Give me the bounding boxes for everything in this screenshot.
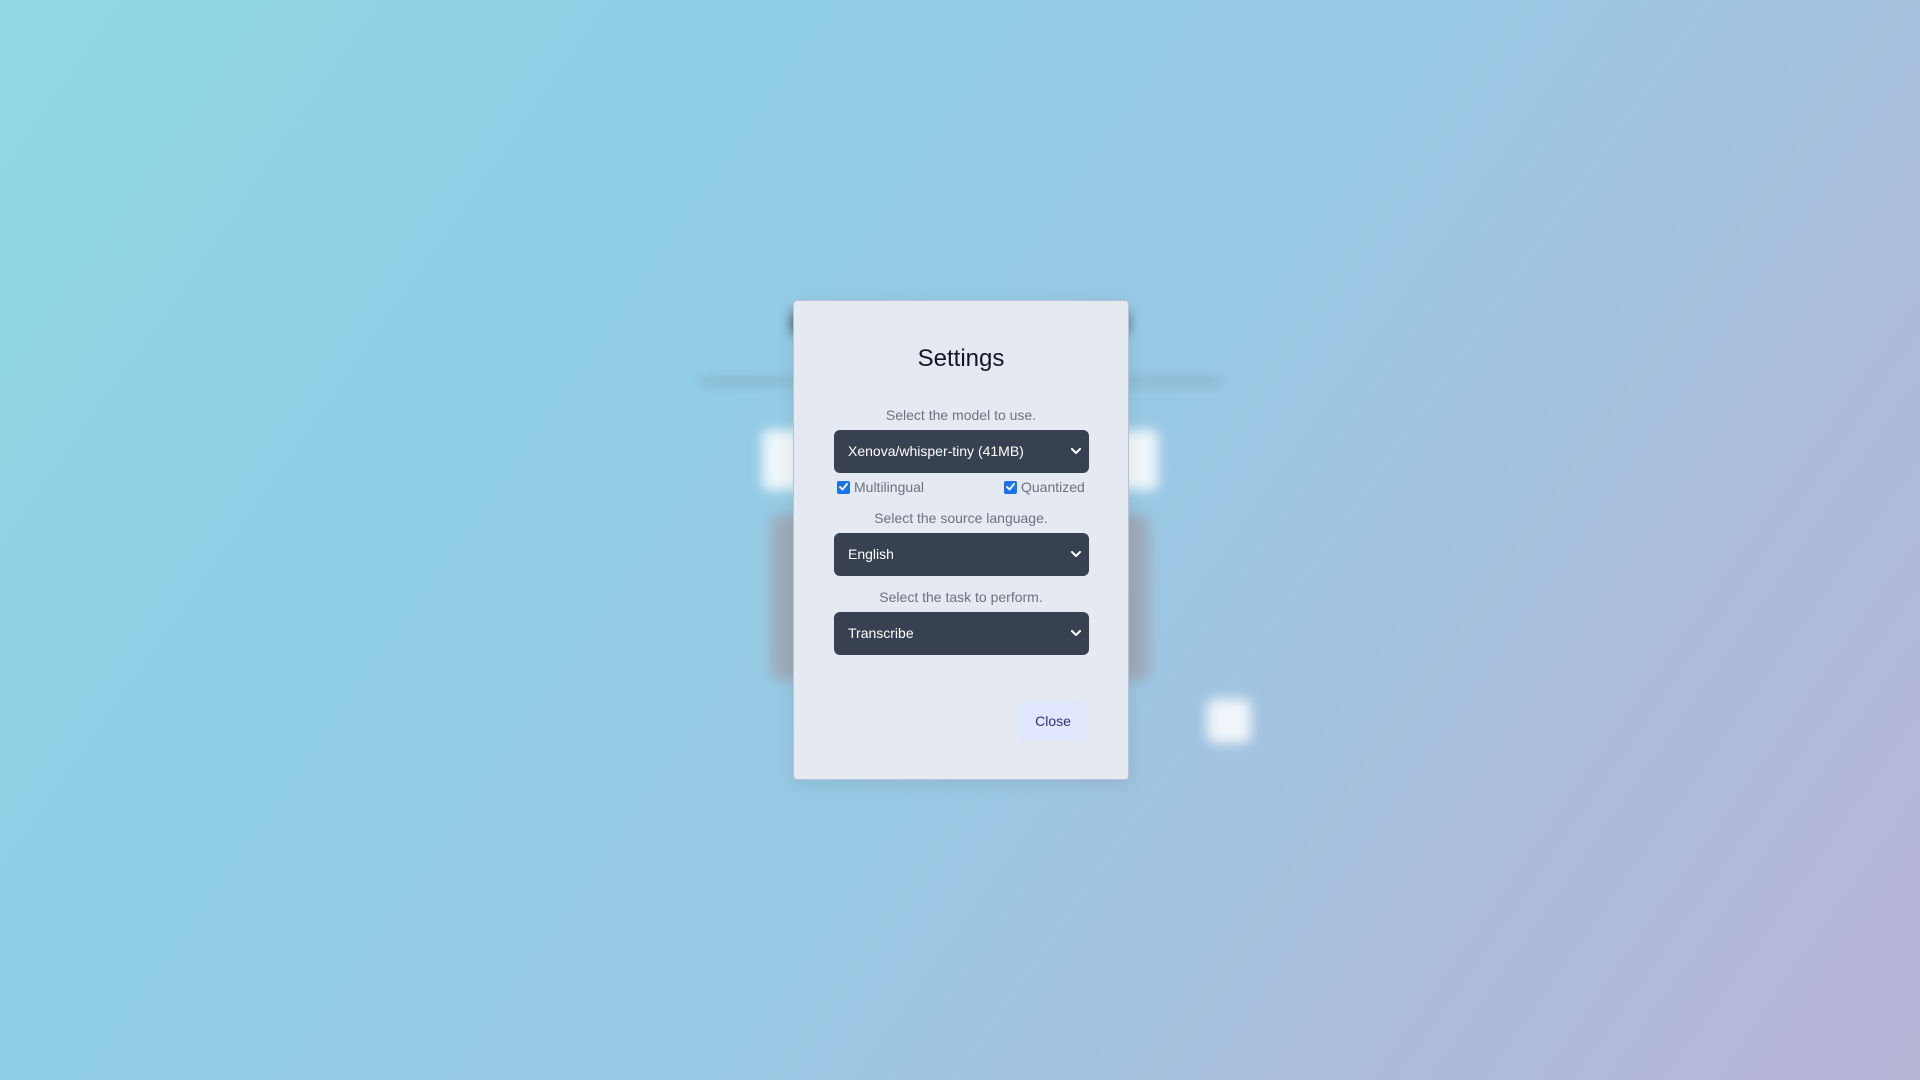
quantized-option[interactable]: Quantized: [1004, 479, 1085, 495]
quantized-label: Quantized: [1021, 479, 1085, 495]
chevron-down-icon: [1069, 430, 1083, 473]
close-button[interactable]: Close: [1019, 701, 1087, 741]
multilingual-option[interactable]: Multilingual: [837, 479, 924, 495]
task-select[interactable]: Transcribe: [834, 612, 1089, 655]
chevron-down-icon: [1069, 612, 1083, 655]
checkmark-icon: [839, 483, 848, 491]
model-label: Select the model to use.: [885, 407, 1037, 423]
language-label: Select the source language.: [874, 510, 1048, 526]
settings-dialog: Settings Select the model to use. Xenova…: [793, 300, 1129, 780]
language-select-value: English: [848, 546, 894, 562]
language-select[interactable]: English: [834, 533, 1089, 576]
model-select-value: Xenova/whisper-tiny (41MB): [848, 443, 1024, 459]
checkmark-icon: [1006, 483, 1015, 491]
multilingual-checkbox[interactable]: [837, 480, 850, 494]
quantized-checkbox[interactable]: [1004, 480, 1017, 494]
chevron-down-icon: [1069, 533, 1083, 576]
model-select[interactable]: Xenova/whisper-tiny (41MB): [834, 430, 1089, 473]
task-label: Select the task to perform.: [879, 589, 1043, 605]
task-select-value: Transcribe: [848, 625, 914, 641]
multilingual-label: Multilingual: [854, 479, 925, 495]
dialog-title: Settings: [917, 345, 1005, 372]
